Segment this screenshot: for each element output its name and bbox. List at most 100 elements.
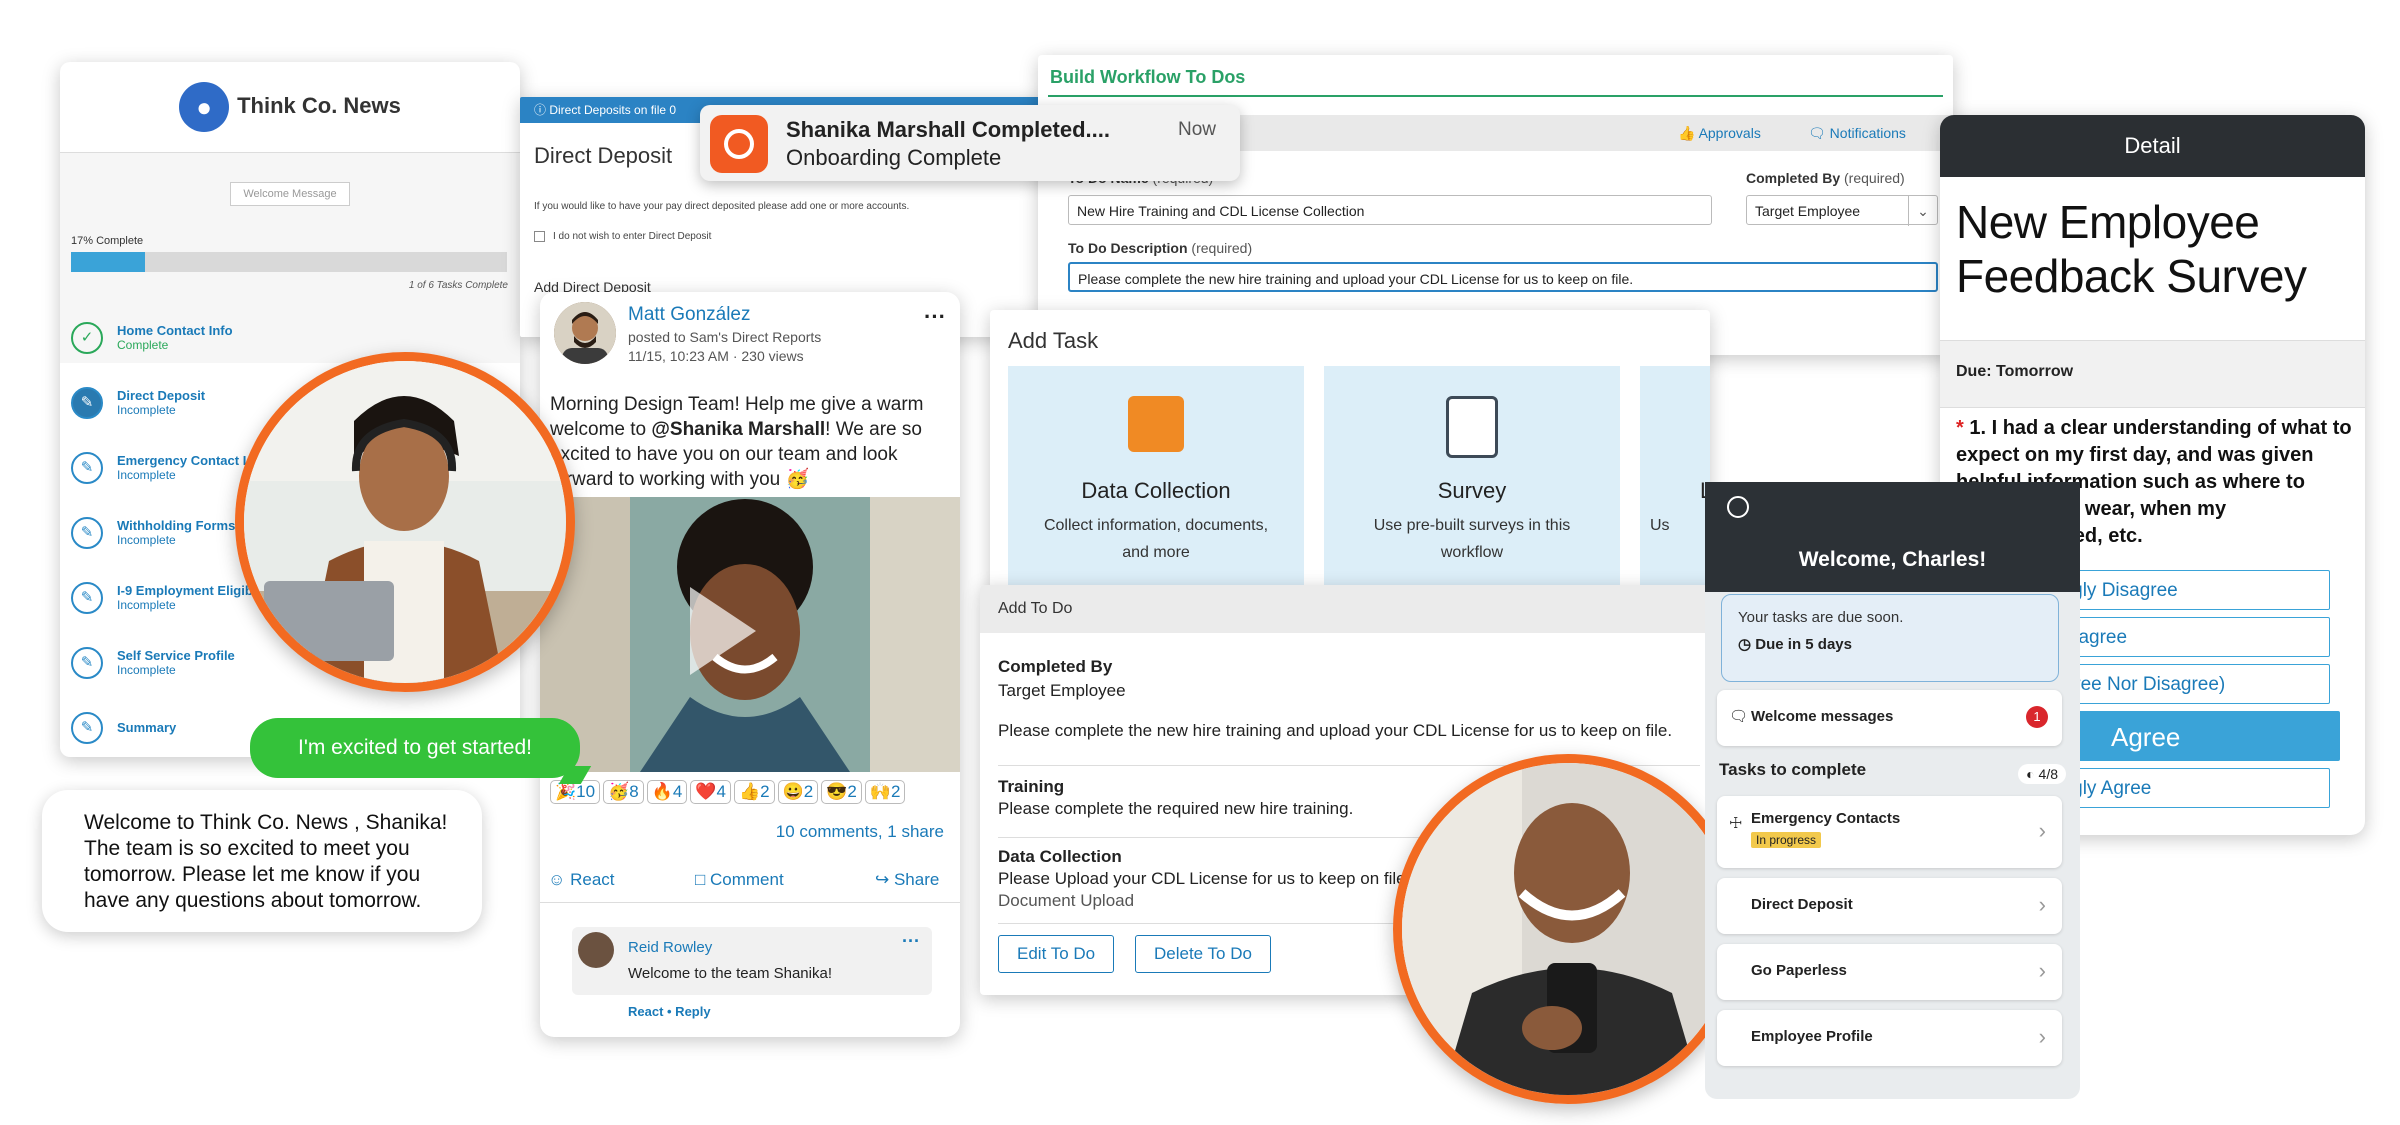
reaction-chip[interactable]: 👍2	[733, 780, 775, 804]
brand-name: Think Co. News	[237, 92, 401, 118]
edit-todo-button[interactable]: Edit To Do	[998, 935, 1115, 973]
task-row-employee-profile[interactable]: Employee Profile ›	[1717, 1010, 2062, 1066]
post-meta: posted to Sam's Direct Reports 11/15, 10:…	[628, 328, 821, 366]
avatar	[554, 302, 616, 364]
user-icon[interactable]	[1727, 496, 1749, 518]
row-label: Employee Profile	[1751, 1028, 1873, 1045]
task-title: Withholding Forms	[117, 518, 236, 533]
task-row-go-paperless[interactable]: Go Paperless ›	[1717, 944, 2062, 1000]
approvals-link[interactable]: 👍 Approvals	[1678, 125, 1761, 142]
task-title: Home Contact Info	[117, 323, 233, 338]
clipboard-icon: ✎	[71, 582, 103, 614]
post-author[interactable]: Matt González	[628, 304, 751, 326]
row-label: Welcome messages	[1751, 708, 1894, 725]
reaction-chip[interactable]: 🔥4	[646, 780, 688, 804]
clock-icon: ◷	[1738, 636, 1756, 653]
task-status: Incomplete	[117, 663, 176, 677]
todo-description: Please complete the new hire training an…	[998, 721, 1673, 740]
task-status: Incomplete	[117, 598, 176, 612]
play-icon[interactable]	[690, 587, 756, 675]
comment-more-icon[interactable]: ···	[902, 931, 920, 952]
count-text: 4/8	[2038, 766, 2058, 782]
task-title: Emergency Contact I	[117, 453, 247, 468]
row-label: Direct Deposit	[1751, 896, 1853, 913]
chevron-down-icon[interactable]: ⌄	[1908, 196, 1937, 226]
thumbs-up-icon: 👍	[1678, 125, 1699, 141]
select-value: Target Employee	[1755, 203, 1861, 219]
delete-todo-button[interactable]: Delete To Do	[1135, 935, 1271, 973]
task-title: Summary	[117, 720, 177, 735]
video-player[interactable]	[540, 497, 960, 772]
data-collection-sub: Document Upload	[998, 891, 1135, 910]
opt-out-checkbox[interactable]: I do not wish to enter Direct Deposit	[534, 231, 711, 242]
todo-name-input[interactable]: New Hire Training and CDL License Collec…	[1068, 195, 1712, 225]
share-button[interactable]: ↪ Share	[875, 870, 939, 890]
lightbulb-logo-icon: ●	[179, 82, 230, 132]
comment-button[interactable]: □ Comment	[695, 870, 784, 890]
reaction-chip[interactable]: 🥳8	[603, 780, 644, 804]
message-icon: 🗨	[1808, 125, 1830, 141]
react-button[interactable]: ☺ React	[548, 870, 615, 890]
chat-icon: 🗨	[1729, 708, 1749, 725]
reaction-chip[interactable]: 😀2	[777, 780, 819, 804]
comment-actions[interactable]: React • Reply	[628, 1004, 711, 1019]
clipboard-icon: ✎	[71, 712, 103, 744]
social-post: Matt González posted to Sam's Direct Rep…	[540, 292, 960, 1037]
training-text: Please complete the required new hire tr…	[998, 799, 1354, 818]
survey-title: New Employee Feedback Survey	[1956, 195, 2307, 303]
clipboard-icon: ✎	[71, 387, 103, 419]
toast-time: Now	[1177, 119, 1216, 140]
tile-data-collection[interactable]: Data Collection Collect information, doc…	[1008, 366, 1304, 586]
title-line: Feedback Survey	[1956, 250, 2307, 302]
mobile-header: Welcome, Charles!	[1705, 482, 2080, 592]
smile-icon: ☺	[548, 870, 571, 889]
description-input[interactable]: Please complete the new hire training an…	[1068, 262, 1938, 292]
reaction-chip[interactable]: 😎2	[821, 780, 862, 804]
toast-subtitle: Onboarding Complete	[786, 145, 1002, 170]
due-text: Due in 5 days	[1755, 636, 1852, 653]
more-options-icon[interactable]: ···	[924, 304, 946, 330]
tile-title: Data Collection	[1081, 478, 1231, 503]
header-text: Direct Deposits on file 0	[549, 103, 677, 117]
welcome-title: Welcome, Charles!	[1798, 548, 1987, 571]
notification-toast[interactable]: Shanika Marshall Completed.... Onboardin…	[700, 105, 1240, 181]
due-text: Due: Tomorrow	[1956, 363, 2074, 380]
task-row-emergency-contacts[interactable]: ☩ Emergency Contacts In progress ›	[1717, 796, 2062, 868]
comment-bubble: Reid Rowley Welcome to the team Shanika!…	[572, 927, 932, 995]
panel-header: Add To Do	[980, 585, 1740, 633]
due-alert[interactable]: Your tasks are due soon. ◷ Due in 5 days	[1721, 594, 2059, 682]
task-title: I-9 Employment Eligib	[117, 583, 253, 598]
completed-by-select[interactable]: Target Employee ⌄	[1746, 195, 1938, 226]
welcome-message-button[interactable]: Welcome Message	[230, 182, 350, 206]
tasks-progress: ◐ 4/8	[2018, 764, 2066, 784]
folder-icon	[1128, 396, 1184, 452]
alert-text: Your tasks are due soon.	[1738, 609, 1904, 626]
tile-survey[interactable]: Survey Use pre-built surveys in this wor…	[1324, 366, 1620, 586]
commenter-name[interactable]: Reid Rowley	[628, 939, 712, 956]
progress-bar-fill	[71, 252, 146, 272]
panel-title: Build Workflow To Dos	[1050, 67, 1246, 87]
mobile-app: Welcome, Charles! Your tasks are due soo…	[1705, 482, 2080, 1099]
required-hint: (required)	[1191, 240, 1253, 256]
data-collection-text: Please Upload your CDL License for us to…	[998, 869, 1411, 888]
reaction-chip[interactable]: 🙌2	[864, 780, 906, 804]
notifications-link[interactable]: 🗨 Notifications	[1808, 125, 1906, 142]
progress-bar	[71, 252, 507, 272]
reaction-bar: 🎉10 🥳8 🔥4 ❤️4 👍2 😀2 😎2 🙌2	[550, 780, 908, 804]
employee-photo-headset	[235, 352, 575, 692]
chevron-right-icon: ›	[2038, 958, 2046, 983]
checkbox-box[interactable]	[534, 231, 545, 242]
tasks-heading: Tasks to complete	[1719, 760, 1867, 779]
comment-icon: □	[695, 870, 710, 889]
welcome-messages-row[interactable]: 🗨 Welcome messages 1	[1717, 690, 2062, 746]
tile-learning[interactable]: Learning Us	[1640, 366, 1710, 586]
comments-link[interactable]: 10 comments, 1 share	[776, 822, 944, 842]
task-row-direct-deposit[interactable]: Direct Deposit ›	[1717, 878, 2062, 934]
reaction-chip[interactable]: ❤️4	[690, 780, 731, 804]
mention[interactable]: @Shanika Marshall	[651, 419, 825, 440]
label-text: To Do Description	[1068, 240, 1188, 256]
tile-description: Collect information, documents, and more	[1043, 517, 1269, 561]
completed-by-label: Completed By	[998, 657, 1113, 676]
post-time: 11/15, 10:23 AM · 230 views	[628, 348, 804, 364]
due-banner: Due: Tomorrow	[1940, 340, 2365, 408]
